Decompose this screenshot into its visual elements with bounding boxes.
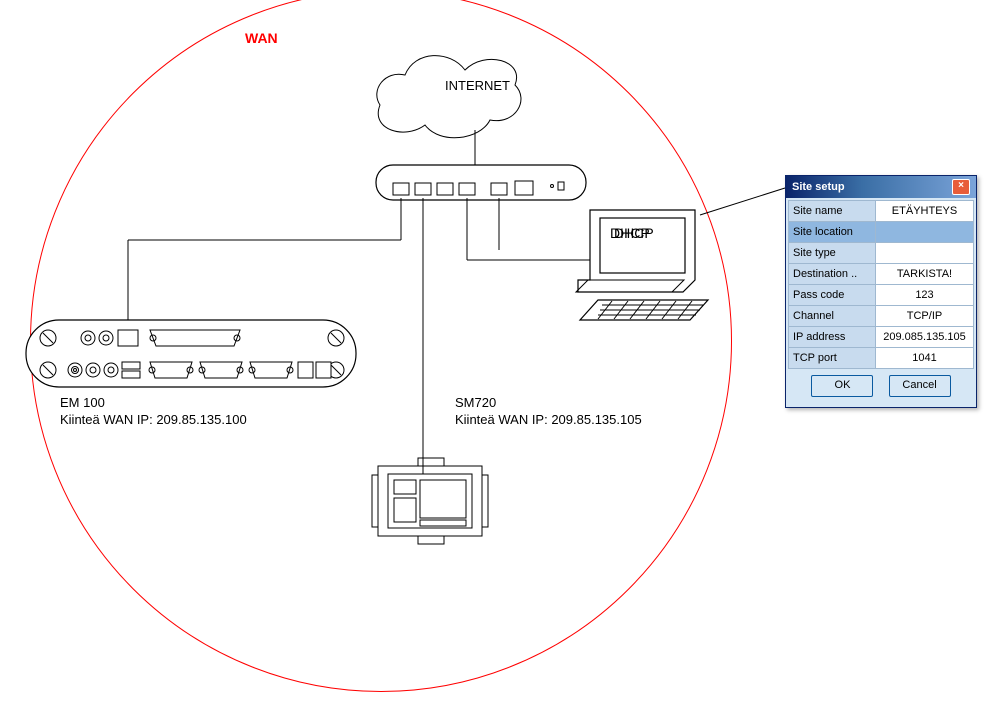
- site-setup-dialog: Site setup × Site nameETÄYHTEYSSite loca…: [785, 175, 977, 408]
- dialog-row-value[interactable]: 123: [876, 285, 974, 306]
- dialog-row-key: Site type: [789, 243, 876, 264]
- cancel-button[interactable]: Cancel: [889, 375, 951, 397]
- dialog-row-value[interactable]: [876, 243, 974, 264]
- diagram-canvas: WAN INTERNET: [0, 0, 987, 714]
- dialog-row[interactable]: Site location: [789, 222, 974, 243]
- dhcp-text: DHCP: [610, 225, 650, 241]
- sm720-ip: Kiinteä WAN IP: 209.85.135.105: [455, 412, 642, 427]
- dialog-row-key: IP address: [789, 327, 876, 348]
- dialog-row-value[interactable]: ETÄYHTEYS: [876, 201, 974, 222]
- dialog-row[interactable]: Site nameETÄYHTEYS: [789, 201, 974, 222]
- dialog-row-key: Destination ..: [789, 264, 876, 285]
- dialog-row[interactable]: TCP port1041: [789, 348, 974, 369]
- sm720-icon: [372, 458, 488, 544]
- internet-text: INTERNET: [443, 78, 512, 93]
- dialog-row-key: Pass code: [789, 285, 876, 306]
- close-icon[interactable]: ×: [952, 179, 970, 195]
- ok-button[interactable]: OK: [811, 375, 873, 397]
- dialog-row[interactable]: ChannelTCP/IP: [789, 306, 974, 327]
- dialog-row-key: TCP port: [789, 348, 876, 369]
- switch-icon: [376, 165, 586, 200]
- internet-cloud-icon: INTERNET: [377, 56, 521, 138]
- dialog-row-value[interactable]: 1041: [876, 348, 974, 369]
- dialog-title: Site setup: [792, 181, 845, 193]
- dialog-row-key: Channel: [789, 306, 876, 327]
- dialog-row-value[interactable]: 209.085.135.105: [876, 327, 974, 348]
- dialog-row-value[interactable]: TCP/IP: [876, 306, 974, 327]
- dialog-row[interactable]: IP address209.085.135.105: [789, 327, 974, 348]
- sm720-label: SM720 Kiinteä WAN IP: 209.85.135.105: [455, 395, 642, 429]
- dialog-body: Site nameETÄYHTEYSSite locationSite type…: [786, 198, 976, 407]
- dialog-row-value[interactable]: [876, 222, 974, 243]
- dialog-titlebar[interactable]: Site setup ×: [786, 176, 976, 198]
- em100-ip: Kiinteä WAN IP: 209.85.135.100: [60, 412, 247, 427]
- em100-label: EM 100 Kiinteä WAN IP: 209.85.135.100: [60, 395, 247, 429]
- sm720-name: SM720: [455, 395, 496, 410]
- dialog-row-value[interactable]: TARKISTA!: [876, 264, 974, 285]
- dialog-row[interactable]: Pass code123: [789, 285, 974, 306]
- dialog-row-key: Site location: [789, 222, 876, 243]
- em100-name: EM 100: [60, 395, 105, 410]
- dialog-row[interactable]: Site type: [789, 243, 974, 264]
- em100-icon: [26, 320, 356, 387]
- dialog-row-key: Site name: [789, 201, 876, 222]
- dialog-row[interactable]: Destination ..TARKISTA!: [789, 264, 974, 285]
- dialog-table: Site nameETÄYHTEYSSite locationSite type…: [788, 200, 974, 369]
